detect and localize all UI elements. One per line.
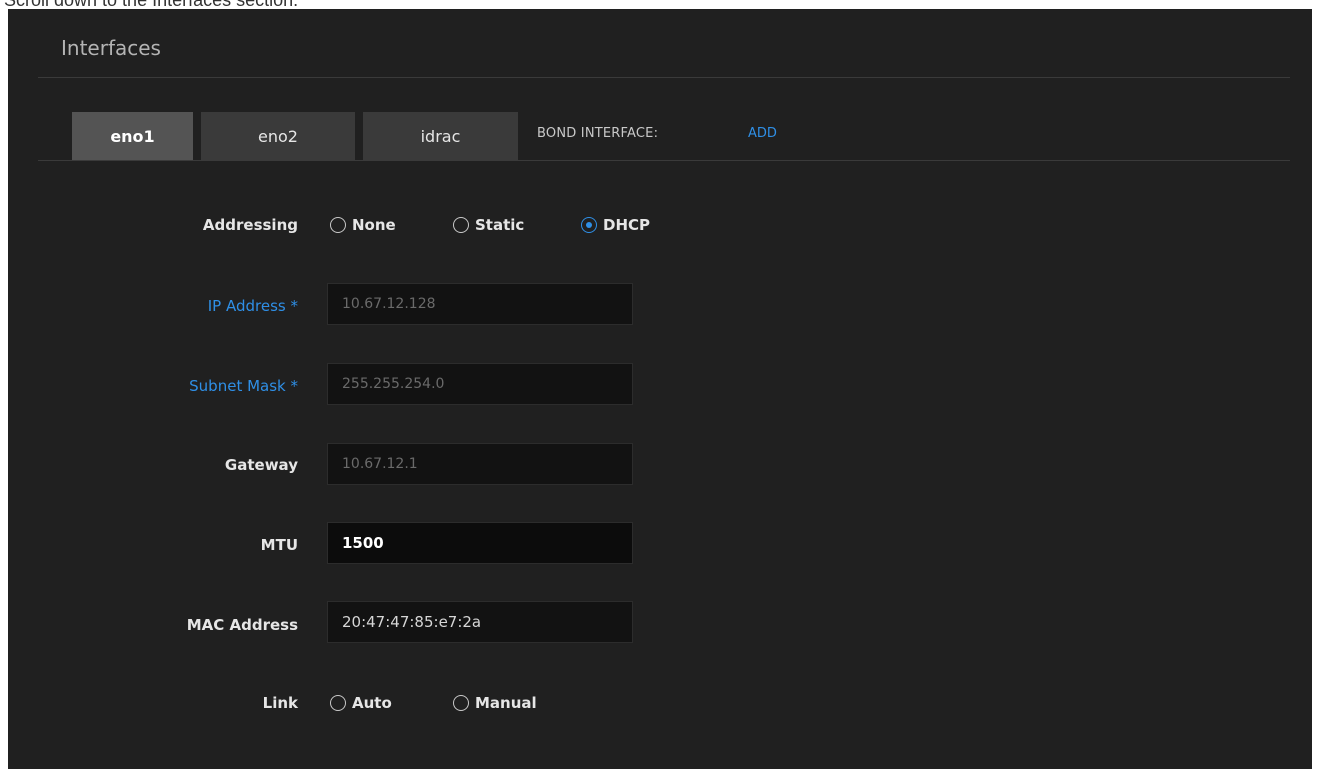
- gateway-field[interactable]: 10.67.12.1: [327, 443, 633, 485]
- subnet-mask-label: Subnet Mask *: [189, 377, 298, 395]
- radio-selected-icon: [581, 217, 597, 233]
- radio-addressing-none[interactable]: None: [330, 216, 396, 234]
- mac-address-label: MAC Address: [186, 616, 298, 634]
- gateway-label: Gateway: [224, 456, 298, 474]
- tab-eno2[interactable]: eno2: [201, 112, 355, 160]
- tab-idrac[interactable]: idrac: [363, 112, 518, 160]
- ip-address-label: IP Address *: [207, 297, 298, 315]
- radio-label: Manual: [475, 694, 537, 712]
- radio-link-manual[interactable]: Manual: [453, 694, 537, 712]
- section-title: Interfaces: [61, 36, 161, 60]
- radio-addressing-static[interactable]: Static: [453, 216, 524, 234]
- section-divider: [38, 77, 1290, 78]
- radio-empty-icon: [330, 695, 346, 711]
- subnet-mask-field[interactable]: 255.255.254.0: [327, 363, 633, 405]
- radio-addressing-dhcp[interactable]: DHCP: [581, 216, 650, 234]
- radio-empty-icon: [453, 695, 469, 711]
- radio-link-auto[interactable]: Auto: [330, 694, 392, 712]
- radio-empty-icon: [453, 217, 469, 233]
- radio-label: Auto: [352, 694, 392, 712]
- bond-add-link[interactable]: ADD: [748, 126, 777, 141]
- radio-label: DHCP: [603, 216, 651, 234]
- link-label: Link: [262, 694, 298, 712]
- tabs-divider: [38, 160, 1290, 161]
- addressing-label: Addressing: [202, 216, 298, 234]
- mac-address-field: 20:47:47:85:e7:2a: [327, 601, 633, 643]
- ip-address-field[interactable]: 10.67.12.128: [327, 283, 633, 325]
- mtu-field[interactable]: 1500: [327, 522, 633, 564]
- bond-interface-label: BOND INTERFACE:: [537, 126, 659, 141]
- mtu-label: MTU: [260, 536, 298, 554]
- radio-label: None: [352, 216, 396, 234]
- radio-label: Static: [475, 216, 525, 234]
- radio-empty-icon: [330, 217, 346, 233]
- tab-eno1[interactable]: eno1: [72, 112, 193, 160]
